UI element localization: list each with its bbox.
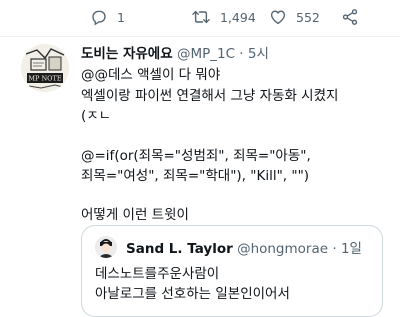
quoted-display-name: Sand L. Taylor [126, 241, 233, 257]
reply-count: 1 [117, 9, 125, 25]
tweet-text-line: 어떻게 이런 트윗이 [81, 207, 189, 223]
retweet-icon [192, 10, 210, 24]
display-name[interactable]: 도비는 자유에요 [81, 46, 173, 62]
tweet-text-line: 죄목="여성", 죄목="학대"), "Kill", "") [81, 168, 310, 184]
handle[interactable]: @MP_1C [177, 46, 235, 62]
share-icon [342, 9, 358, 25]
retweet-count: 1,494 [220, 9, 256, 25]
timestamp[interactable]: 5시 [248, 46, 269, 62]
retweet-button[interactable]: 1,494 [191, 8, 256, 26]
share-button[interactable] [341, 8, 359, 26]
heart-icon [270, 10, 286, 25]
quoted-tweet-header: Sand L. Taylor @hongmorae · 1일 [126, 237, 362, 257]
quoted-avatar [95, 236, 117, 258]
tweet-text-line: @=if(or(죄목="성범죄", 죄목="아동", [81, 148, 311, 164]
quoted-handle: @hongmorae [237, 241, 329, 257]
tweet-action-bar: 1 1,494 552 [0, 0, 400, 37]
tweet-text-line: 엑셀이랑 파이썬 연결해서 그냥 자동화 시켰지 [81, 88, 339, 104]
reply-icon [92, 10, 106, 26]
reply-tweet-header: 도비는 자유에요 @MP_1C · 5시 [81, 42, 269, 62]
avatar[interactable]: MP NOTE [21, 44, 69, 92]
reply-button[interactable]: 1 [90, 8, 125, 26]
quoted-timestamp: 1일 [340, 241, 362, 257]
quoted-text-line: 데스노트를주운사람이 [95, 266, 220, 282]
tweet-text-line: (ㅈㄴ [81, 108, 112, 124]
like-button[interactable]: 552 [269, 8, 320, 26]
quoted-tweet-card[interactable]: Sand L. Taylor @hongmorae · 1일 데스노트를주운사람… [81, 225, 383, 317]
quoted-text-line: 아날로그를 선호하는 일본인이어서 [95, 286, 290, 302]
like-count: 552 [296, 9, 320, 25]
tweet-text-line: @@데스 액셀이 다 뭐야 [81, 67, 221, 83]
quoted-separator: · [332, 241, 337, 257]
separator: · [239, 46, 244, 62]
avatar-note-text: MP NOTE [28, 75, 61, 83]
